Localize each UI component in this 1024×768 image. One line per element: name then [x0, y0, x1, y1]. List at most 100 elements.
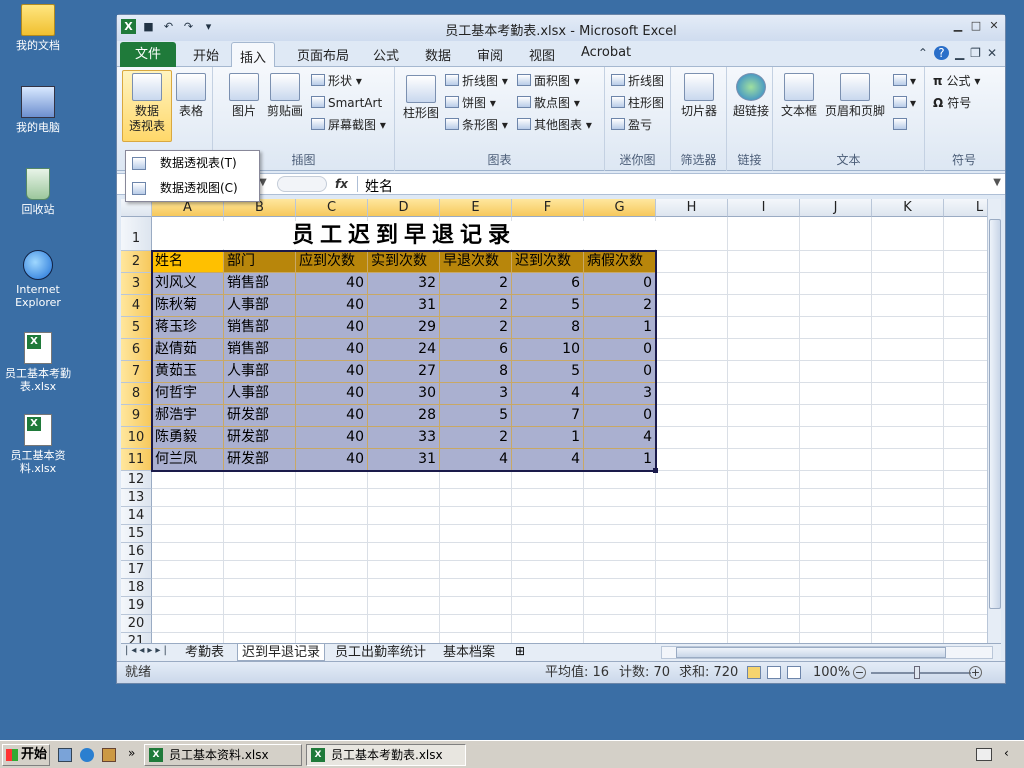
data-cell[interactable]: 郝浩宇: [152, 405, 224, 427]
data-cell[interactable]: 4: [440, 449, 512, 471]
row-header-18[interactable]: 18: [121, 579, 152, 597]
row-header-16[interactable]: 16: [121, 543, 152, 561]
column-header-c[interactable]: C: [296, 199, 368, 217]
maximize-icon[interactable]: □: [969, 19, 983, 33]
column-header-f[interactable]: F: [512, 199, 584, 217]
data-cell[interactable]: 赵倩茹: [152, 339, 224, 361]
doc-close-icon[interactable]: ✕: [987, 46, 997, 60]
data-cell[interactable]: 10: [512, 339, 584, 361]
column-header-h[interactable]: H: [656, 199, 728, 217]
data-cell[interactable]: 8: [512, 317, 584, 339]
data-cell[interactable]: 27: [368, 361, 440, 383]
row-header-13[interactable]: 13: [121, 489, 152, 507]
minimize-icon[interactable]: ▁: [951, 19, 965, 33]
sheet-tab-late-early[interactable]: 迟到早退记录: [237, 644, 326, 661]
data-cell[interactable]: 陈秋菊: [152, 295, 224, 317]
sparkline-line-button[interactable]: 折线图: [611, 73, 664, 89]
sheet-tab-attendance[interactable]: 考勤表: [185, 644, 224, 661]
data-cell[interactable]: 6: [440, 339, 512, 361]
desktop-icon-ie[interactable]: Internet Explorer: [0, 250, 76, 309]
sheet-tab-attendance-rate[interactable]: 员工出勤率统计: [335, 644, 426, 661]
vertical-scroll-thumb[interactable]: [989, 219, 1001, 609]
line-chart-button[interactable]: 折线图 ▾: [445, 73, 508, 89]
picture-button[interactable]: 图片: [227, 73, 261, 119]
data-cell[interactable]: 40: [296, 361, 368, 383]
formula-expand-icon[interactable]: ▼: [993, 177, 1001, 188]
data-cell[interactable]: 0: [584, 405, 656, 427]
data-cell[interactable]: 1: [584, 449, 656, 471]
row-header-3[interactable]: 3: [121, 273, 152, 295]
column-chart-button[interactable]: 柱形图: [401, 75, 441, 121]
row-header-20[interactable]: 20: [121, 615, 152, 633]
data-cell[interactable]: 31: [368, 295, 440, 317]
data-cell[interactable]: 40: [296, 317, 368, 339]
tab-formulas[interactable]: 公式: [373, 45, 399, 64]
vertical-scrollbar[interactable]: [987, 199, 1001, 643]
data-cell[interactable]: 8: [440, 361, 512, 383]
column-header-g[interactable]: G: [584, 199, 656, 217]
zoom-out-icon[interactable]: −: [853, 666, 866, 679]
data-cell[interactable]: 33: [368, 427, 440, 449]
zoom-in-icon[interactable]: +: [969, 666, 982, 679]
data-cell[interactable]: 刘风义: [152, 273, 224, 295]
data-cell[interactable]: 40: [296, 383, 368, 405]
desktop-icon-profile-file[interactable]: 员工基本资料.xlsx: [0, 414, 76, 475]
data-cell[interactable]: 0: [584, 339, 656, 361]
header-cell[interactable]: 实到次数: [368, 251, 440, 273]
data-cell[interactable]: 5: [440, 405, 512, 427]
table-button[interactable]: 表格: [173, 73, 209, 119]
row-header-17[interactable]: 17: [121, 561, 152, 579]
menu-item-pivotchart[interactable]: 数据透视图(C): [126, 176, 259, 201]
desktop-icon-attendance-file[interactable]: 员工基本考勤表.xlsx: [0, 332, 76, 393]
formula-input[interactable]: 姓名: [365, 176, 393, 196]
header-cell[interactable]: 应到次数: [296, 251, 368, 273]
shapes-button[interactable]: 形状 ▾: [311, 73, 362, 89]
data-cell[interactable]: 0: [584, 273, 656, 295]
tab-home[interactable]: 开始: [193, 45, 219, 64]
horizontal-scroll-thumb[interactable]: [676, 647, 946, 658]
horizontal-scrollbar[interactable]: [661, 646, 993, 659]
signature-button[interactable]: ▾: [893, 95, 916, 111]
data-cell[interactable]: 黄茹玉: [152, 361, 224, 383]
data-cell[interactable]: 销售部: [224, 273, 296, 295]
quicklaunch-desktop-icon[interactable]: [58, 748, 72, 762]
column-header-i[interactable]: I: [728, 199, 800, 217]
row-header-11[interactable]: 11: [121, 449, 152, 471]
data-cell[interactable]: 何兰凤: [152, 449, 224, 471]
data-cell[interactable]: 陈勇毅: [152, 427, 224, 449]
data-cell[interactable]: 5: [512, 361, 584, 383]
data-cell[interactable]: 2: [584, 295, 656, 317]
column-header-k[interactable]: K: [872, 199, 944, 217]
data-cell[interactable]: 3: [440, 383, 512, 405]
help-icon[interactable]: ?: [933, 46, 949, 60]
sheet-title[interactable]: 员工迟到早退记录: [152, 221, 656, 249]
tab-view[interactable]: 视图: [529, 45, 555, 64]
column-header-e[interactable]: E: [440, 199, 512, 217]
data-cell[interactable]: 1: [512, 427, 584, 449]
data-cell[interactable]: 40: [296, 405, 368, 427]
data-cell[interactable]: 人事部: [224, 295, 296, 317]
data-cell[interactable]: 2: [440, 273, 512, 295]
data-cell[interactable]: 4: [512, 449, 584, 471]
tab-data[interactable]: 数据: [425, 45, 451, 64]
data-cell[interactable]: 研发部: [224, 405, 296, 427]
area-chart-button[interactable]: 面积图 ▾: [517, 73, 580, 89]
insert-sheet-icon[interactable]: ⊞: [515, 644, 525, 658]
data-cell[interactable]: 6: [512, 273, 584, 295]
symbol-button[interactable]: Ω 符号: [933, 95, 971, 111]
row-header-15[interactable]: 15: [121, 525, 152, 543]
row-header-12[interactable]: 12: [121, 471, 152, 489]
row-header-7[interactable]: 7: [121, 361, 152, 383]
data-cell[interactable]: 40: [296, 449, 368, 471]
normal-view-icon[interactable]: [747, 666, 761, 679]
column-header-l[interactable]: L: [944, 199, 991, 217]
data-cell[interactable]: 研发部: [224, 427, 296, 449]
sheet-nav-arrows-icon[interactable]: |◂◂▸▸|: [125, 645, 170, 656]
tab-review[interactable]: 审阅: [477, 45, 503, 64]
pivottable-button[interactable]: 数据 透视表: [123, 73, 171, 134]
data-cell[interactable]: 2: [440, 427, 512, 449]
tab-page-layout[interactable]: 页面布局: [297, 45, 349, 64]
data-cell[interactable]: 24: [368, 339, 440, 361]
data-cell[interactable]: 4: [584, 427, 656, 449]
row-header-1[interactable]: 1: [121, 217, 152, 251]
